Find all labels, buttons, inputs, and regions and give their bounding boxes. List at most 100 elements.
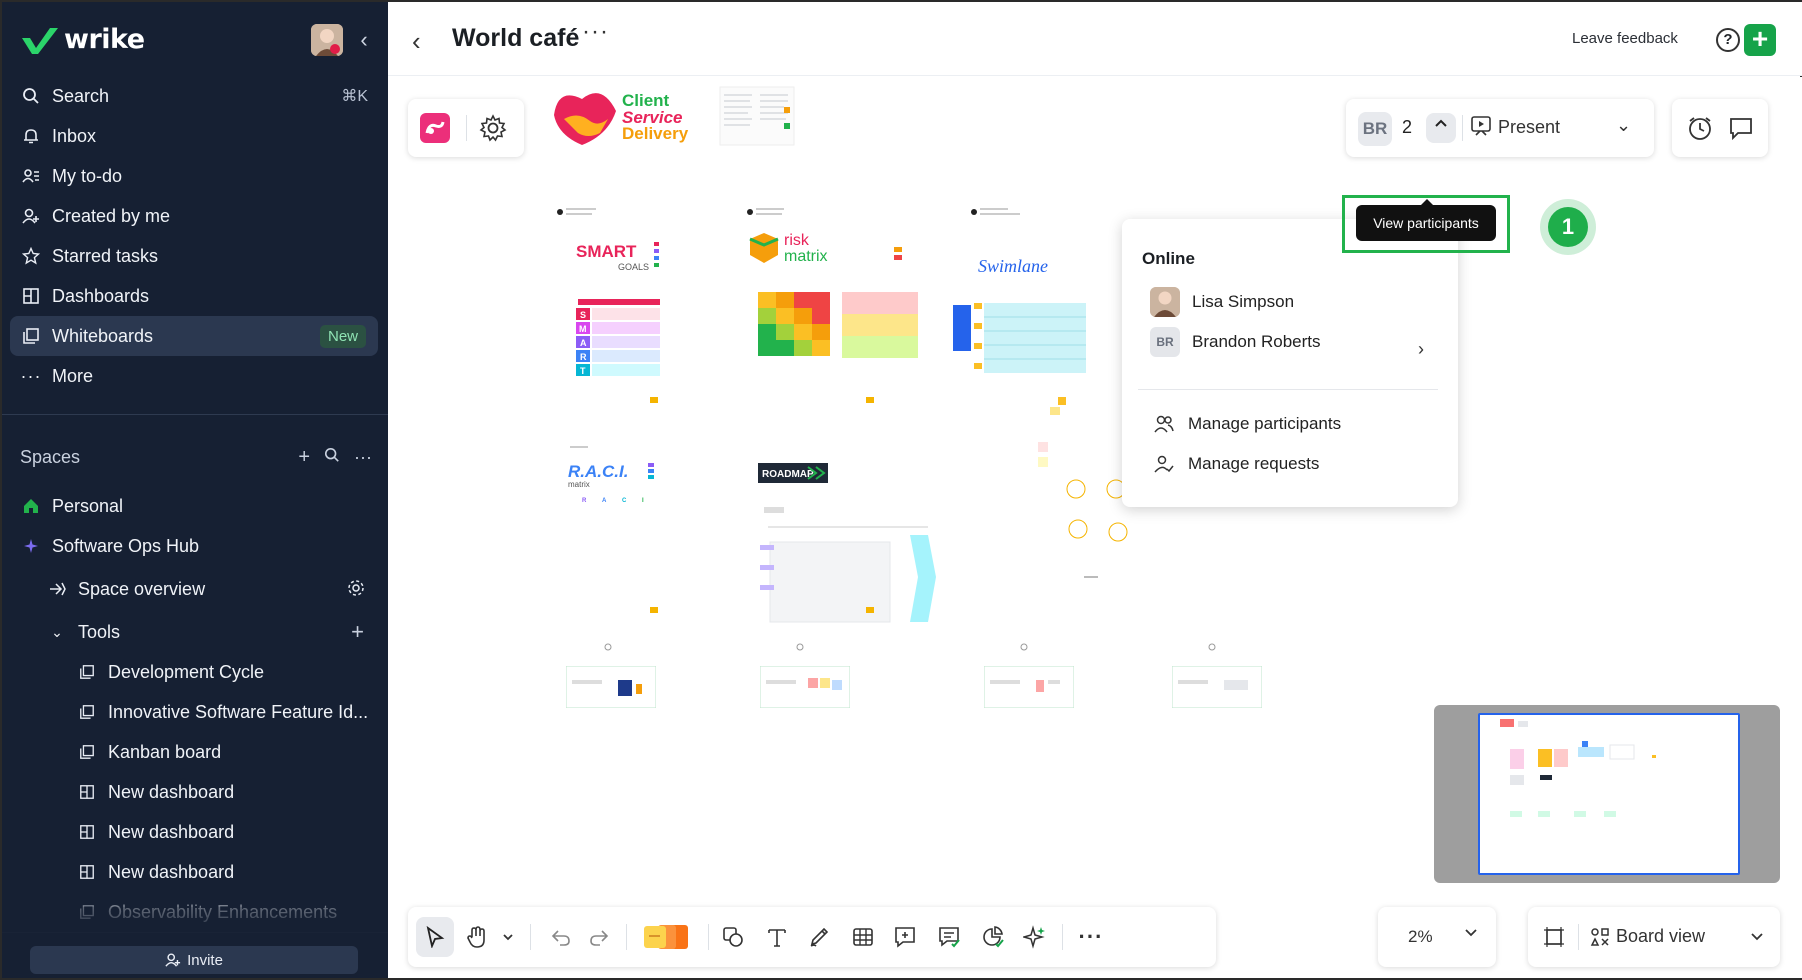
tree-item-new-dashboard[interactable]: New dashboard [10, 852, 378, 892]
present-button[interactable]: Present [1498, 117, 1560, 138]
chevron-down-icon[interactable] [1750, 929, 1764, 948]
whiteboard-icon [76, 741, 98, 763]
gear-icon[interactable] [346, 578, 366, 603]
chart-tool-button[interactable] [974, 917, 1012, 957]
comment-tool-button[interactable] [886, 917, 924, 957]
page-title[interactable]: World café [452, 24, 579, 53]
participant-lisa-simpson[interactable]: Lisa Simpson [1150, 287, 1294, 317]
page-header: ‹ World café ··· Leave feedback ? + [388, 2, 1802, 76]
sidebar-item-label: Search [52, 85, 110, 106]
tree-item-label: Software Ops Hub [52, 535, 200, 556]
toolbar-separator [530, 924, 531, 950]
text-tool-button[interactable] [758, 917, 796, 957]
participant-brandon-roberts[interactable]: BR Brandon Roberts [1150, 327, 1321, 357]
space-overview[interactable]: Space overview [10, 566, 378, 612]
view-participants-button[interactable] [1426, 113, 1456, 143]
tree-item-new-dashboard[interactable]: New dashboard [10, 812, 378, 852]
swimlane-title: Swimlane [978, 256, 1048, 276]
gear-icon[interactable] [478, 113, 508, 143]
whiteboard-tools-card [408, 99, 524, 157]
zoom-control[interactable]: 2% [1378, 907, 1496, 967]
roadmap-template[interactable]: ROADMAP [758, 463, 936, 623]
zoom-level: 2% [1408, 927, 1433, 946]
space-software-ops-hub[interactable]: Software Ops Hub [10, 526, 378, 566]
popover-divider [1138, 389, 1438, 390]
smart-letter: S [580, 310, 586, 320]
chevron-down-icon[interactable]: ⌄ [1616, 115, 1631, 136]
risk-matrix-template[interactable]: risk matrix [747, 208, 918, 403]
chevron-right-icon[interactable]: › [1418, 339, 1424, 360]
title-more-button[interactable]: ··· [582, 18, 609, 46]
add-button[interactable]: + [1744, 24, 1776, 56]
document-thumbnail[interactable] [719, 86, 795, 146]
step-marker: 1 [1540, 199, 1596, 255]
ai-tool-button[interactable] [1016, 917, 1054, 957]
minimap-viewport[interactable] [1478, 713, 1740, 875]
sidebar-item-label: More [52, 365, 94, 386]
swimlane-template[interactable]: Swimlane [953, 208, 1086, 373]
help-icon[interactable]: ? [1716, 28, 1740, 52]
manage-participants-item[interactable]: Manage participants [1150, 409, 1341, 439]
bottom-slides-row[interactable] [604, 643, 1216, 651]
tree-item-kanban-board[interactable]: Kanban board [10, 732, 378, 772]
whiteboard-app-icon[interactable] [420, 113, 450, 143]
sidebar-item-starred-tasks[interactable]: Starred tasks [10, 236, 378, 276]
invite-button[interactable]: Invite [30, 946, 358, 974]
minimap[interactable] [1434, 705, 1780, 883]
raci-template[interactable]: R.A.C.I. matrix R A C I [568, 446, 658, 613]
todo-icon [20, 165, 42, 187]
sparkle-icon [20, 535, 42, 557]
tree-item-innovative-software[interactable]: Innovative Software Feature Id... [10, 692, 378, 732]
comment-icon[interactable] [1728, 115, 1754, 146]
leave-feedback-link[interactable]: Leave feedback [1572, 30, 1678, 47]
pen-tool-button[interactable] [800, 917, 838, 957]
task-tool-button[interactable] [930, 917, 968, 957]
sidebar-item-more[interactable]: ··· More [10, 356, 378, 396]
collapse-sidebar-button[interactable]: ‹ [354, 28, 374, 52]
chevron-down-icon[interactable] [1464, 925, 1478, 944]
client-service-logo[interactable]: Client Service Delivery [554, 91, 689, 145]
task-icon [939, 927, 960, 948]
slide-thumbnail[interactable] [983, 665, 1075, 713]
timer-icon[interactable] [1686, 115, 1714, 146]
sidebar-item-created-by-me[interactable]: Created by me [10, 196, 378, 236]
sidebar-item-my-todo[interactable]: My to-do [10, 156, 378, 196]
slide-thumbnail[interactable] [759, 665, 851, 713]
sidebar-item-whiteboards[interactable]: Whiteboards New [10, 316, 378, 356]
add-space-icon[interactable]: + [298, 446, 310, 469]
more-tools-button[interactable]: ··· [1072, 917, 1110, 957]
redo-button[interactable] [580, 917, 618, 957]
slide-thumbnail[interactable] [1171, 665, 1263, 713]
sticky-notes-button[interactable] [638, 917, 698, 957]
fit-frame-icon[interactable] [1542, 925, 1566, 954]
avatar-image [311, 24, 343, 56]
table-tool-button[interactable] [844, 917, 882, 957]
shapes-button[interactable] [714, 917, 752, 957]
hand-tool-menu[interactable] [496, 917, 520, 957]
brand-logo[interactable]: wrike [20, 24, 145, 55]
sidebar-item-inbox[interactable]: Inbox [10, 116, 378, 156]
overview-icon [46, 578, 68, 600]
board-view-button[interactable]: Board view [1616, 926, 1705, 947]
select-tool-button[interactable] [416, 917, 454, 957]
whiteboard-icon [76, 701, 98, 723]
spaces-more-icon[interactable]: ··· [354, 447, 372, 468]
tree-item-development-cycle[interactable]: Development Cycle [10, 652, 378, 692]
sidebar-item-search[interactable]: Search ⌘K [10, 76, 378, 116]
sidebar-item-dashboards[interactable]: Dashboards [10, 276, 378, 316]
add-item-icon[interactable]: + [351, 619, 364, 645]
smart-goals-template[interactable]: SMART GOALS S M A R T [557, 208, 660, 403]
folder-tools[interactable]: ⌄ Tools + [10, 612, 378, 652]
tree-item-new-dashboard[interactable]: New dashboard [10, 772, 378, 812]
undo-button[interactable] [542, 917, 580, 957]
slide-thumbnail[interactable] [565, 665, 657, 713]
user-avatar[interactable] [311, 24, 343, 56]
back-arrow-icon[interactable]: ‹ [412, 26, 421, 57]
sidebar-item-label: Whiteboards [52, 325, 154, 346]
space-personal[interactable]: Personal [10, 486, 378, 526]
participant-avatar[interactable]: BR [1358, 112, 1392, 146]
whiteboard-canvas[interactable]: Client Service Delivery SMART GOALS S M … [388, 77, 1802, 978]
manage-requests-item[interactable]: Manage requests [1150, 449, 1319, 479]
search-spaces-icon[interactable] [324, 446, 340, 469]
hand-tool-button[interactable] [458, 917, 496, 957]
